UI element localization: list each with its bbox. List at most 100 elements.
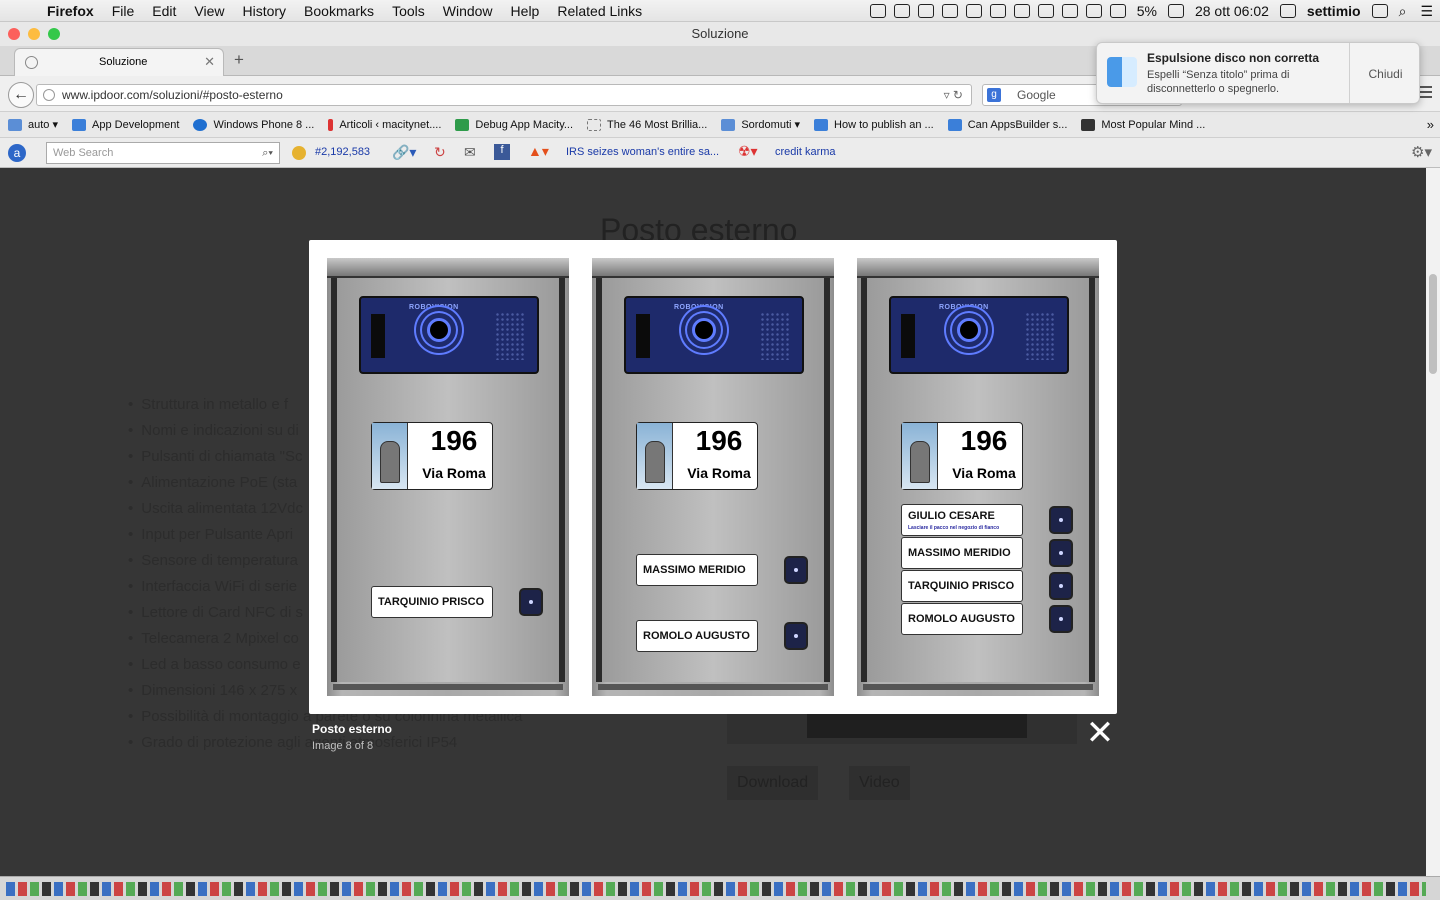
bookmark-item[interactable]: The 46 Most Brillia...	[587, 118, 707, 131]
bookmark-item[interactable]: Windows Phone 8 ...	[193, 118, 315, 131]
camera-module: ROBOVISION	[889, 296, 1069, 374]
menu-view[interactable]: View	[185, 3, 233, 19]
scrollbar[interactable]	[1426, 168, 1440, 876]
bookmark-label: Most Popular Mind ...	[1101, 118, 1206, 131]
magnifier-icon[interactable]: ⌕▾	[262, 143, 273, 163]
menu-app[interactable]: Firefox	[38, 3, 103, 19]
back-button[interactable]: ←	[8, 82, 34, 108]
time-machine-icon[interactable]	[1013, 4, 1030, 18]
close-window-icon[interactable]	[8, 28, 20, 40]
folder-icon	[721, 118, 736, 131]
airplay-icon[interactable]	[941, 4, 958, 18]
accessibility-icon[interactable]	[965, 4, 982, 18]
menu-tools[interactable]: Tools	[383, 3, 434, 19]
zoom-window-icon[interactable]	[48, 28, 60, 40]
name-plate: MASSIMO MERIDIO	[901, 537, 1023, 569]
wifi-icon[interactable]	[1085, 4, 1102, 18]
panel-body: ROBOVISION 196 Via Roma MASSIMO MERIDIO …	[596, 278, 830, 682]
phone-icon[interactable]	[1037, 4, 1054, 18]
mail-icon[interactable]: ✉	[464, 144, 476, 161]
close-notification-button[interactable]: Chiudi	[1349, 43, 1421, 103]
dock-icons[interactable]	[6, 882, 1426, 896]
link-icon[interactable]: 🔗▾	[392, 144, 416, 161]
house-number-card: 196 Via Roma	[636, 422, 758, 490]
battery-percent[interactable]: 5%	[1130, 3, 1164, 19]
dropbox-icon[interactable]	[893, 4, 910, 18]
intercom-panel-2: ROBOVISION 196 Via Roma MASSIMO MERIDIO …	[592, 258, 834, 696]
menu-help[interactable]: Help	[502, 3, 549, 19]
tab-soluzione[interactable]: Soluzione ✕	[14, 48, 224, 76]
addon-toolbar: a Web Search ⌕▾ #2,192,583 🔗▾ ↻ ✉ f ▲▾ IR…	[0, 138, 1440, 168]
menu-history[interactable]: History	[233, 3, 295, 19]
bluetooth-icon[interactable]	[1371, 4, 1388, 18]
camera-module: ROBOVISION	[624, 296, 804, 374]
alexa-icon[interactable]	[292, 146, 306, 160]
tab-label: Soluzione	[99, 56, 148, 68]
download-button[interactable]: Download	[727, 766, 819, 800]
menu-bookmarks[interactable]: Bookmarks	[295, 3, 383, 19]
adobe-icon[interactable]	[869, 4, 886, 18]
volume-icon[interactable]	[1109, 4, 1126, 18]
bookmark-item[interactable]: Sordomuti ▾	[721, 118, 800, 131]
window-title: Soluzione	[691, 26, 749, 41]
close-tab-icon[interactable]: ✕	[204, 49, 215, 75]
web-search-input[interactable]: Web Search ⌕▾	[46, 142, 280, 164]
name-plate: GIULIO CESARE Lasciare il pacco nel negoz…	[901, 504, 1023, 536]
intercom-panel-1: ROBOVISION 196 Via Roma TARQUINIO PRISCO	[327, 258, 569, 696]
notification-title: Espulsione disco non corretta	[1147, 51, 1320, 65]
bookmark-item[interactable]: App Development	[72, 118, 179, 131]
menu-file[interactable]: File	[103, 3, 144, 19]
finder-icon	[1107, 57, 1137, 87]
close-icon[interactable]: ✕	[1084, 716, 1116, 750]
notification-center-icon[interactable]: ☰	[1413, 3, 1440, 20]
menu-window[interactable]: Window	[434, 3, 502, 19]
minimize-window-icon[interactable]	[28, 28, 40, 40]
notification-banner[interactable]: Espulsione disco non corretta Espelli “S…	[1096, 42, 1420, 104]
bookmark-label: Can AppsBuilder s...	[967, 118, 1068, 131]
video-button[interactable]: Video	[849, 766, 910, 800]
battery-icon[interactable]	[1167, 4, 1184, 18]
bookmark-item[interactable]: Articoli ‹ macitynet....	[328, 118, 441, 131]
menu-related-links[interactable]: Related Links	[548, 3, 651, 19]
bookmark-item[interactable]: auto ▾	[8, 118, 58, 131]
bookmark-item[interactable]: How to publish an ...	[814, 118, 934, 131]
alexa-rank[interactable]: #2,192,583	[315, 146, 370, 158]
user-name[interactable]: settimio	[1300, 3, 1368, 19]
bookmark-item[interactable]: Can AppsBuilder s...	[947, 118, 1068, 131]
gear-icon[interactable]: ⚙▾	[1411, 143, 1432, 161]
new-tab-button[interactable]: +	[234, 50, 244, 70]
robot-icon	[902, 423, 938, 489]
bookmark-item[interactable]: Most Popular Mind ...	[1081, 118, 1206, 131]
bookmark-label: Windows Phone 8 ...	[213, 118, 315, 131]
url-bar[interactable]: www.ipdoor.com/soluzioni/#posto-esterno …	[36, 84, 972, 106]
camera-lens-icon	[427, 318, 451, 342]
site-identity-icon[interactable]	[43, 89, 55, 101]
karma-icon[interactable]: ☢▾	[738, 143, 758, 160]
spotlight-icon[interactable]: ⌕	[1392, 3, 1414, 20]
chevron-right-icon[interactable]: »	[1427, 117, 1434, 132]
credit-karma-link[interactable]: credit karma	[775, 146, 836, 158]
facebook-icon[interactable]: f	[494, 144, 510, 160]
ask-icon[interactable]: a	[8, 144, 26, 162]
fire-icon[interactable]: ▲▾	[528, 143, 549, 160]
code-icon[interactable]	[1061, 4, 1078, 18]
house-number: 196	[960, 425, 1008, 456]
reload-icon[interactable]: ▿ ↻	[944, 85, 963, 105]
message-icon[interactable]	[989, 4, 1006, 18]
clock[interactable]: 28 ott 06:02	[1188, 3, 1276, 19]
google-icon[interactable]: g	[987, 88, 1001, 102]
calendar-icon[interactable]	[1279, 4, 1296, 18]
bookmark-icon	[1081, 118, 1096, 131]
bookmark-item[interactable]: Debug App Macity...	[455, 118, 573, 131]
spreadsheet-icon	[455, 118, 470, 131]
stack-icon[interactable]	[917, 4, 934, 18]
scrollbar-thumb[interactable]	[1429, 274, 1437, 374]
news-link[interactable]: IRS seizes woman's entire sa...	[566, 146, 719, 158]
call-button	[784, 622, 808, 650]
menu-edit[interactable]: Edit	[143, 3, 185, 19]
card-slot	[636, 314, 650, 358]
dock	[0, 876, 1440, 900]
brand-logo: ROBOVISION	[939, 304, 989, 311]
refresh-addon-icon[interactable]: ↻	[434, 144, 446, 161]
mac-menubar: Firefox File Edit View History Bookmarks…	[0, 0, 1440, 22]
